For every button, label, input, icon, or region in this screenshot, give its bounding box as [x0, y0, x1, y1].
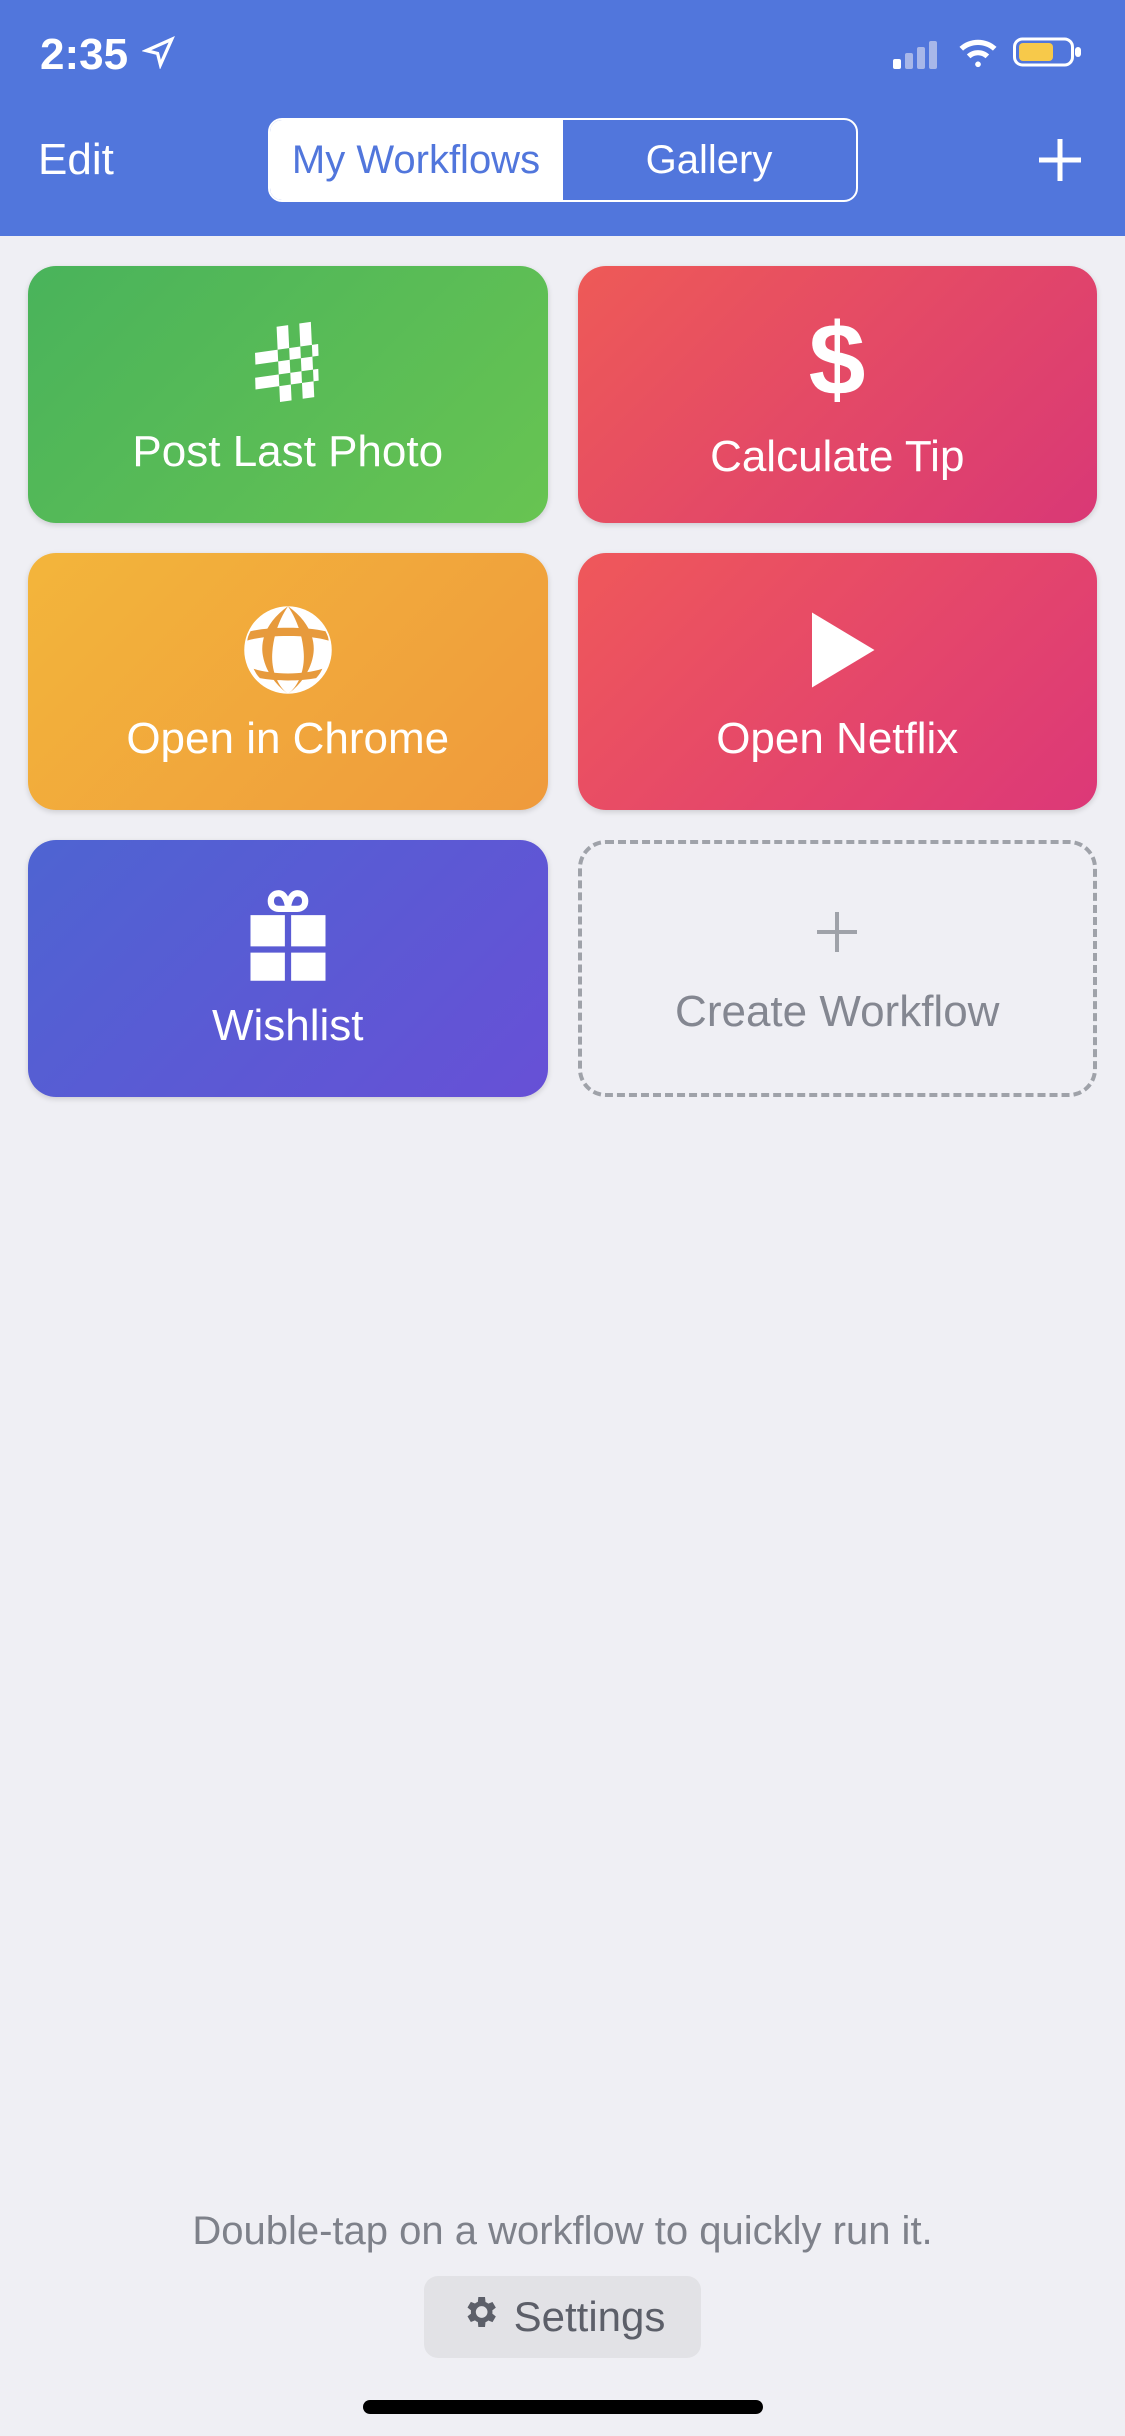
hash-icon — [238, 313, 338, 413]
workflow-tile-open-netflix[interactable]: Open Netflix — [578, 553, 1098, 810]
dollar-icon: $ — [787, 308, 887, 418]
edit-button[interactable]: Edit — [38, 135, 114, 185]
tab-gallery[interactable]: Gallery — [563, 120, 856, 200]
cellular-icon — [893, 30, 943, 80]
status-bar: 2:35 — [0, 18, 1125, 90]
workflow-tile-label: Post Last Photo — [132, 427, 443, 477]
workflow-tile-label: Open Netflix — [716, 714, 958, 764]
nav-bar: Edit My Workflows Gallery — [0, 90, 1125, 236]
segmented-control: My Workflows Gallery — [268, 118, 858, 202]
workflow-tile-calculate-tip[interactable]: $ Calculate Tip — [578, 266, 1098, 523]
battery-icon — [1013, 30, 1085, 80]
gift-icon — [238, 887, 338, 987]
globe-icon — [238, 600, 338, 700]
workflow-tile-wishlist[interactable]: Wishlist — [28, 840, 548, 1097]
create-workflow-label: Create Workflow — [675, 987, 999, 1037]
header: 2:35 — [0, 0, 1125, 236]
plus-icon — [1033, 133, 1087, 187]
location-icon — [142, 30, 176, 80]
svg-text:$: $ — [809, 308, 866, 416]
workflow-grid: Post Last Photo $ Calculate Tip Open — [28, 266, 1097, 1097]
settings-button[interactable]: Settings — [424, 2276, 702, 2358]
content: Post Last Photo $ Calculate Tip Open — [0, 236, 1125, 2436]
settings-label: Settings — [514, 2293, 666, 2341]
tab-my-workflows[interactable]: My Workflows — [270, 120, 563, 200]
workflow-tile-post-last-photo[interactable]: Post Last Photo — [28, 266, 548, 523]
gear-icon — [460, 2292, 500, 2342]
workflow-tile-label: Open in Chrome — [126, 714, 449, 764]
status-time: 2:35 — [40, 30, 128, 80]
wifi-icon — [955, 30, 1001, 80]
create-workflow-tile[interactable]: Create Workflow — [578, 840, 1098, 1097]
plus-icon — [805, 900, 869, 969]
workflow-tile-label: Calculate Tip — [710, 432, 964, 482]
workflow-tile-label: Wishlist — [212, 1001, 364, 1051]
home-indicator[interactable] — [363, 2400, 763, 2414]
workflow-tile-open-in-chrome[interactable]: Open in Chrome — [28, 553, 548, 810]
add-button[interactable] — [1033, 133, 1087, 187]
play-icon — [787, 600, 887, 700]
hint-text: Double-tap on a workflow to quickly run … — [192, 2209, 932, 2254]
